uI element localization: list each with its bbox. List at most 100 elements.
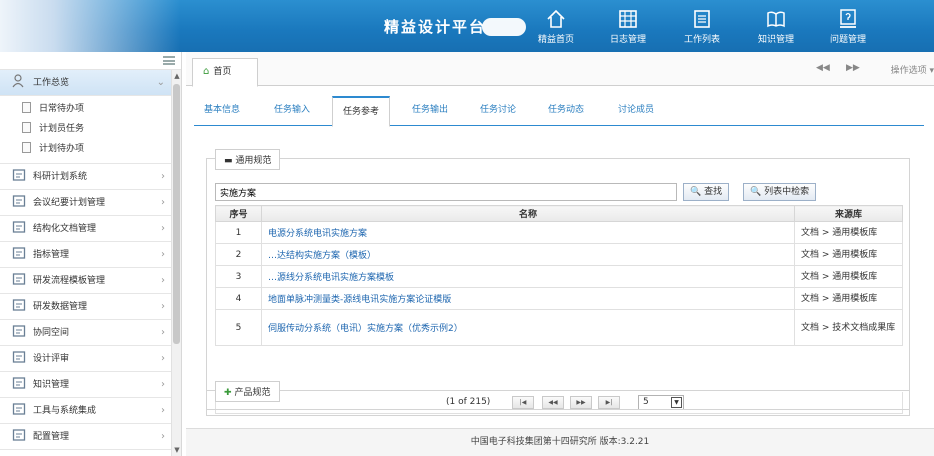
sidebar-item-planner-task[interactable]: 计划员任务 — [0, 119, 181, 139]
find-button[interactable]: 🔍 查找 — [683, 183, 730, 201]
row-source: 文档 > 通用模板库 — [794, 287, 903, 310]
nav-issues[interactable]: 问题管理 — [818, 8, 878, 48]
sidebar-item-label: 计划待办项 — [39, 144, 85, 154]
sidebar-item-plan-todo[interactable]: 计划待办项 — [0, 139, 181, 159]
chevron-right-icon: › — [161, 275, 165, 286]
chevron-down-icon: ⌄ — [156, 77, 165, 88]
tab-prev-icon[interactable]: ◀◀ — [816, 63, 830, 73]
sidebar-group-label: 协同空间 — [33, 328, 70, 338]
page-icon — [22, 102, 31, 113]
sidebar-group-10[interactable]: 配置管理 › — [0, 424, 181, 450]
sidebar-group-5[interactable]: 研发数据管理 › — [0, 294, 181, 320]
sidebar-item-daily-todo[interactable]: 日常待办项 — [0, 99, 181, 119]
tab-discussion-members[interactable]: 讨论成员 — [618, 102, 654, 115]
nav-worklist[interactable]: 工作列表 — [672, 8, 732, 48]
tab-task-discussion[interactable]: 任务讨论 — [480, 102, 516, 115]
user-review-icon — [12, 351, 26, 363]
sidebar-group-label: 研发流程模板管理 — [33, 276, 106, 286]
sidebar-group-4[interactable]: 研发流程模板管理 › — [0, 268, 181, 294]
nav-worklist-label: 工作列表 — [683, 35, 720, 45]
nav-knowledge-label: 知识管理 — [757, 35, 794, 45]
row-index: 4 — [215, 287, 262, 310]
list-search-label: 列表中检索 — [764, 187, 810, 197]
product-spec-panel: ✚ 产品规范 — [206, 381, 910, 410]
scroll-thumb[interactable] — [173, 84, 180, 344]
sidebar-work-items: 日常待办项 计划员任务 计划待办项 — [0, 96, 181, 164]
list-icon — [694, 10, 710, 28]
nav-home[interactable]: 精益首页 — [526, 8, 586, 48]
calendar-icon — [12, 169, 26, 181]
tab-task-output[interactable]: 任务输出 — [412, 102, 448, 115]
sidebar-group-label: 知识管理 — [33, 380, 70, 390]
sidebar-group-label: 设计评审 — [33, 354, 70, 364]
sidebar: 工作总览 ⌄ 日常待办项 计划员任务 计划待办项 科研计划系统 › 会议纪要计划管理… — [0, 52, 182, 456]
tab-next-icon[interactable]: ▶▶ — [846, 63, 860, 73]
row-name-link[interactable]: 地面单脉冲测量类-源线电讯实施方案论证模版 — [261, 287, 795, 310]
row-source: 文档 > 通用模板库 — [794, 243, 903, 266]
row-name-link[interactable]: …源线分系统电讯实施方案模板 — [261, 265, 795, 288]
search-input[interactable] — [215, 183, 677, 201]
sidebar-group-label: 工作总览 — [33, 78, 70, 88]
sidebar-group-work[interactable]: 工作总览 ⌄ — [0, 70, 181, 96]
column-name: 名称 — [261, 205, 795, 222]
product-spec-legend[interactable]: ✚ 产品规范 — [215, 381, 280, 402]
top-header: 精益设计平台 精益首页 日志管理 工作列表 知识管理 问题管理 — [0, 0, 934, 52]
table-row[interactable]: 5 伺服传动分系统（电讯）实施方案（优秀示例2） 文档 > 技术文档成果库 — [215, 309, 903, 346]
legend-label: 通用规范 — [235, 156, 272, 166]
row-name-link[interactable]: 伺服传动分系统（电讯）实施方案（优秀示例2） — [261, 309, 795, 346]
sub-tabs: 基本信息 任务输入 任务参考 任务输出 任务讨论 任务动态 讨论成员 — [194, 96, 924, 127]
table-row[interactable]: 4 地面单脉冲测量类-源线电讯实施方案论证模版 文档 > 通用模板库 — [215, 287, 903, 310]
chevron-right-icon: › — [161, 405, 165, 416]
sidebar-group-label: 指标管理 — [33, 250, 70, 260]
sidebar-group-3[interactable]: 指标管理 › — [0, 242, 181, 268]
tab-task-reference[interactable]: 任务参考 — [332, 96, 391, 127]
row-index: 3 — [215, 265, 262, 288]
tab-basic-info[interactable]: 基本信息 — [204, 102, 240, 115]
user-icon — [12, 74, 24, 88]
book-icon — [12, 377, 26, 389]
sidebar-group-2[interactable]: 结构化文档管理 › — [0, 216, 181, 242]
sidebar-scrollbar[interactable]: ▲ ▼ — [171, 70, 181, 456]
chevron-right-icon: › — [161, 431, 165, 442]
sidebar-group-0[interactable]: 科研计划系统 › — [0, 164, 181, 190]
sidebar-group-label: 工具与系统集成 — [33, 406, 97, 416]
sidebar-group-label: 科研计划系统 — [33, 172, 88, 182]
sidebar-group-1[interactable]: 会议纪要计划管理 › — [0, 190, 181, 216]
sidebar-group-7[interactable]: 设计评审 › — [0, 346, 181, 372]
sidebar-group-9[interactable]: 工具与系统集成 › — [0, 398, 181, 424]
tools-icon — [12, 403, 26, 415]
tab-home[interactable]: ⌂ 首页 — [192, 58, 258, 87]
nav-knowledge[interactable]: 知识管理 — [746, 8, 806, 48]
scroll-up-icon[interactable]: ▲ — [173, 72, 181, 80]
nav-issues-label: 问题管理 — [829, 35, 866, 45]
config-icon — [12, 429, 26, 441]
sidebar-group-label: 结构化文档管理 — [33, 224, 97, 234]
home-icon: ⌂ — [203, 66, 210, 77]
legend-label: 产品规范 — [234, 388, 271, 398]
app-root: 精益设计平台 精益首页 日志管理 工作列表 知识管理 问题管理 工作总览 ⌄ 日… — [0, 0, 934, 456]
sidebar-group-6[interactable]: 协同空间 › — [0, 320, 181, 346]
row-source: 文档 > 通用模板库 — [794, 221, 903, 244]
operations-menu[interactable]: 操作选项 ▾ — [891, 63, 934, 76]
table-row[interactable]: 1 电源分系统电讯实施方案 文档 > 通用模板库 — [215, 221, 903, 244]
chevron-right-icon: › — [161, 171, 165, 182]
tab-task-activity[interactable]: 任务动态 — [548, 102, 584, 115]
chevron-right-icon: › — [161, 327, 165, 338]
tab-task-input[interactable]: 任务输入 — [274, 102, 310, 115]
grid-icon — [619, 10, 637, 28]
row-index: 5 — [215, 309, 262, 346]
table-row[interactable]: 2 …达结构实施方案（模板） 文档 > 通用模板库 — [215, 243, 903, 266]
row-name-link[interactable]: 电源分系统电讯实施方案 — [261, 221, 795, 244]
sidebar-group-8[interactable]: 知识管理 › — [0, 372, 181, 398]
column-source: 来源库 — [794, 205, 903, 222]
table-row[interactable]: 3 …源线分系统电讯实施方案模板 文档 > 通用模板库 — [215, 265, 903, 288]
nav-logs[interactable]: 日志管理 — [598, 8, 658, 48]
row-name-link[interactable]: …达结构实施方案（模板） — [261, 243, 795, 266]
collapse-menu-icon[interactable] — [163, 56, 175, 65]
list-search-button[interactable]: 🔍 列表中检索 — [743, 183, 817, 201]
sidebar-group-label: 配置管理 — [33, 432, 70, 442]
chevron-right-icon: › — [161, 353, 165, 364]
expand-plus-icon: ✚ — [224, 388, 232, 398]
general-spec-legend[interactable]: ▬ 通用规范 — [215, 149, 281, 170]
scroll-down-icon[interactable]: ▼ — [173, 446, 181, 454]
